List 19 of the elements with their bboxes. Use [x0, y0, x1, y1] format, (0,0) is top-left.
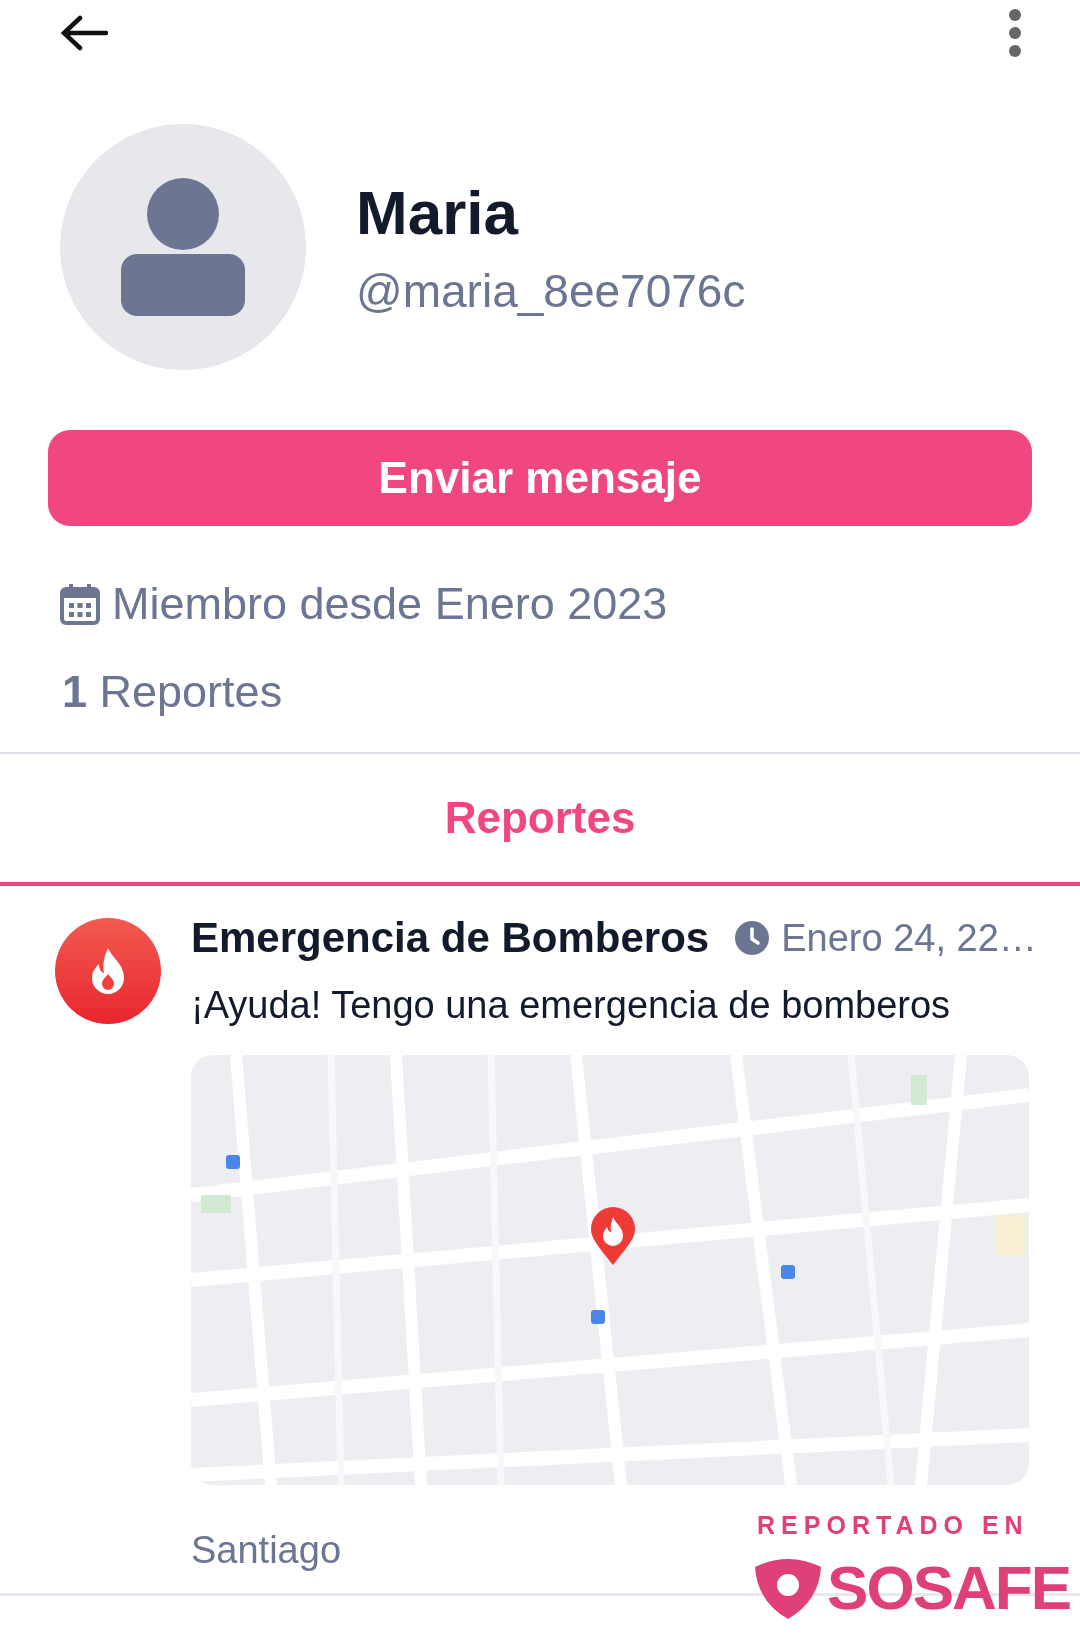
- report-time: Enero 24, 22…: [781, 916, 1037, 960]
- clock-icon: [735, 921, 770, 955]
- calendar-icon: [60, 583, 100, 625]
- branding-caption: REPORTADO EN: [757, 1511, 1029, 1540]
- avatar-icon: [60, 124, 306, 370]
- more-options-icon[interactable]: [1008, 8, 1022, 58]
- send-message-button[interactable]: Enviar mensaje: [48, 430, 1032, 526]
- report-count: 1 Reportes: [62, 666, 284, 718]
- tab[interactable]: Reportes: [0, 754, 1080, 882]
- profile-handle: @maria_8ee7076c: [356, 263, 746, 318]
- back-arrow-icon[interactable]: [60, 15, 108, 51]
- report-location: Santiago: [191, 1529, 341, 1572]
- member-since-text: Miembro desde Enero 2023: [112, 578, 668, 630]
- brand-logo-text: SOSAFE: [827, 1552, 1070, 1623]
- report-title: Emergencia de Bomberos: [191, 914, 710, 962]
- report-description: ¡Ayuda! Tengo una emergencia de bomberos: [191, 984, 952, 1027]
- fire-icon: [55, 918, 161, 1024]
- profile-name: Maria: [356, 176, 520, 248]
- map-pin-icon: [589, 1207, 637, 1267]
